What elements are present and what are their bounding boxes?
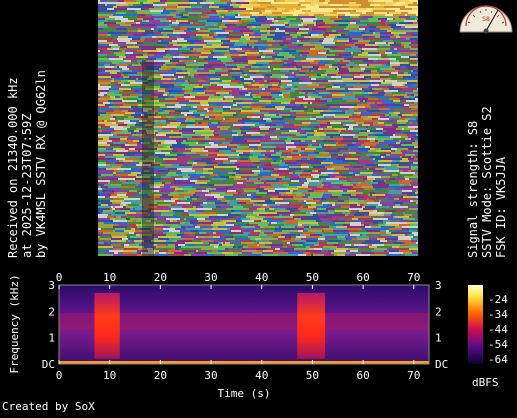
x-tick-label-top: 20: [154, 271, 167, 284]
colorbar-unit: dBFS: [472, 376, 499, 389]
sstv-decoded-image: [98, 0, 418, 256]
y-tick-label: DC: [42, 358, 55, 371]
burst-0: [94, 292, 120, 359]
x-tick-label-top: 40: [255, 271, 268, 284]
x-tick-label: 70: [407, 369, 420, 382]
reception-info-caption: Received on 21340.000 kHz at 2025-12-23T…: [6, 70, 48, 258]
y-tick-label-right: 2: [435, 305, 442, 318]
y-axis-title: Frequency (kHz): [8, 274, 21, 373]
signal-strength-line: Signal strength: S8: [466, 120, 480, 258]
fsk-id-line: FSK ID: VK5JJA: [494, 156, 508, 258]
x-tick-label-top: 0: [56, 271, 63, 284]
spectrogram-panel: 0 0 10 10 20 20 30 30 40 40 50 50 60 60 70 70 DC DC 1 1 2 2 3 3…: [0, 266, 517, 414]
credit-text: Created by SoX: [2, 400, 95, 413]
x-tick-label: 10: [103, 369, 116, 382]
x-tick-label-top: 10: [103, 271, 116, 284]
y-tick-label: 3: [48, 279, 55, 292]
sstv-mode-line: SSTV Mode: Scottie S2: [480, 106, 494, 258]
x-tick-label-top: 60: [356, 271, 369, 284]
receiver-line: by VK4MSL SSTV RX @ QG62ln: [34, 70, 48, 258]
s-meter-icon: S8: [458, 0, 514, 34]
s-meter-reading: S8: [482, 16, 490, 23]
colorbar-tick-label: -24: [488, 293, 508, 306]
signal-info-caption: Signal strength: S8 SSTV Mode: Scottie S…: [466, 106, 508, 258]
x-tick-label: 30: [204, 369, 217, 382]
x-tick-label: 40: [255, 369, 268, 382]
colorbar-tick-label: -64: [488, 353, 508, 366]
x-tick-label: 60: [356, 369, 369, 382]
y-tick-label: 1: [48, 332, 55, 345]
colorbar-tick-label: -34: [488, 308, 508, 321]
y-tick-label-right: 3: [435, 279, 442, 292]
colorbar-tick-label: -44: [488, 323, 508, 336]
timestamp-line: at 2025-12-23T07:59Z: [20, 113, 34, 259]
x-tick-label: 20: [154, 369, 167, 382]
x-tick-label-top: 30: [204, 271, 217, 284]
x-tick-label-top: 50: [306, 271, 319, 284]
x-tick-label-top: 70: [407, 271, 420, 284]
y-tick-label-right: DC: [435, 358, 448, 371]
colorbar: [468, 285, 483, 364]
y-tick-label-right: 1: [435, 332, 442, 345]
frequency-line: Received on 21340.000 kHz: [6, 77, 20, 258]
x-axis-title: Time (s): [218, 387, 271, 400]
colorbar-tick-label: -54: [488, 338, 508, 351]
x-tick-label: 0: [56, 369, 63, 382]
x-tick-label: 50: [306, 369, 319, 382]
burst-1: [297, 292, 326, 359]
y-tick-label: 2: [48, 305, 55, 318]
